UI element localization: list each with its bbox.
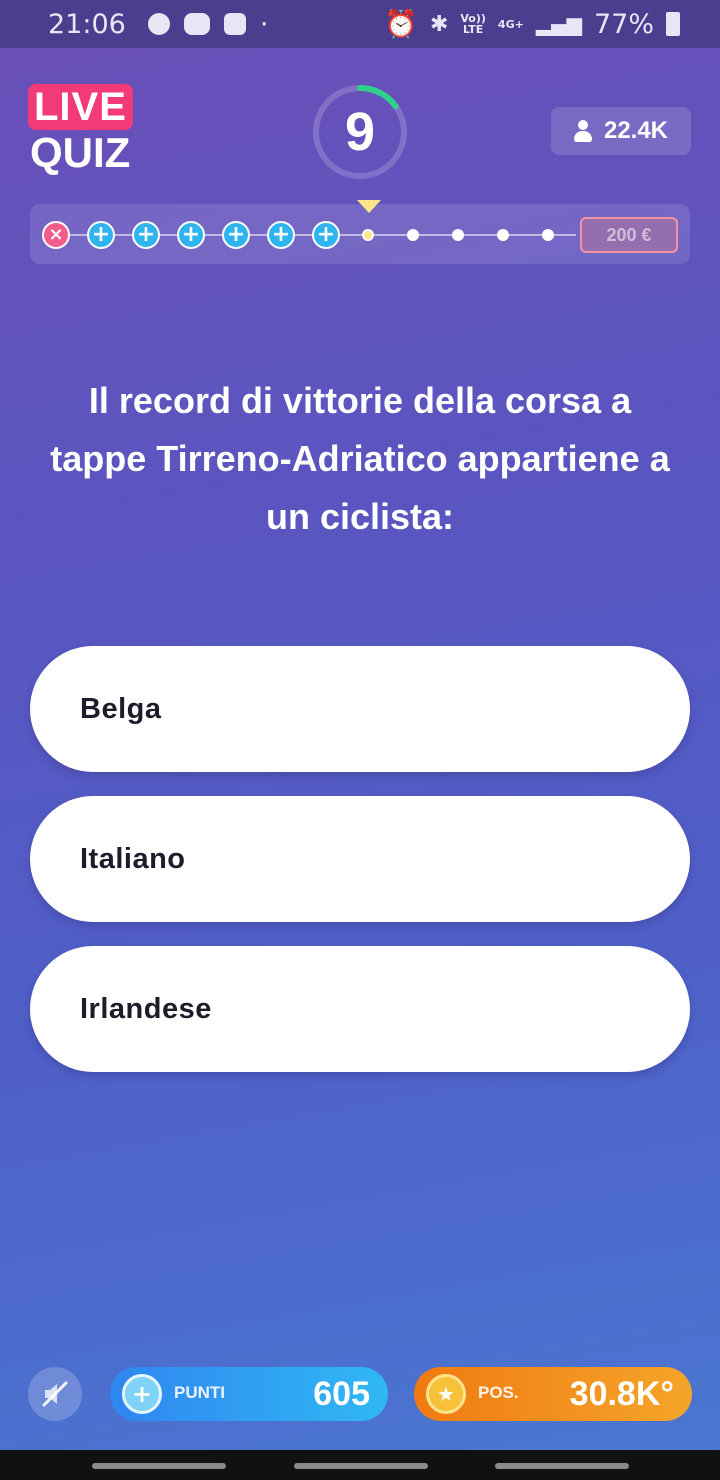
answer-option-2[interactable]: Italiano [30, 796, 690, 922]
plus-icon: + [267, 221, 295, 249]
logo-live: LIVE [28, 84, 133, 130]
discord-icon [183, 13, 210, 35]
plus-icon: + [312, 221, 340, 249]
game-controller-icon [147, 13, 170, 35]
position-value: 30.8K° [569, 1375, 674, 1413]
answer-option-3[interactable]: Irlandese [30, 946, 690, 1072]
question-text: Il record di vittorie della corsa a tapp… [50, 380, 670, 537]
plus-diamond-icon: + [122, 1374, 162, 1414]
close-icon: × [42, 221, 70, 249]
nav-back-button[interactable] [495, 1463, 629, 1469]
mute-icon [42, 1381, 68, 1407]
nav-recent-button[interactable] [92, 1463, 226, 1469]
plus-icon: + [222, 221, 250, 249]
live-quiz-logo: LIVE QUIZ [28, 84, 148, 174]
points-pill: + PUNTI 605 [110, 1367, 388, 1421]
current-question-dot [362, 229, 374, 241]
bluetooth-icon: ✱ [429, 11, 449, 37]
viewer-count-badge: 22.4K [551, 107, 691, 155]
plus-icon: + [132, 221, 160, 249]
person-icon [573, 120, 592, 142]
upcoming-question-dot [497, 229, 509, 241]
viewer-count: 22.4K [603, 117, 669, 144]
points-label: PUNTI [174, 1383, 225, 1402]
battery-percent: 77% [593, 8, 654, 40]
system-navigation-bar [0, 1450, 720, 1480]
question-progress-track: × + + + + + + 200 € [30, 200, 690, 264]
upcoming-question-dot [542, 229, 554, 241]
checkbox-icon [223, 13, 246, 35]
upcoming-question-dot [407, 229, 419, 241]
mute-button[interactable] [28, 1367, 82, 1421]
battery-icon [666, 12, 680, 36]
volte-indicator: Vo)) LTE [460, 13, 486, 35]
prize-badge: 200 € [580, 217, 678, 253]
alarm-icon: ⏰ [384, 9, 418, 40]
position-label: POS. [478, 1383, 519, 1402]
status-time: 21:06 [48, 8, 126, 40]
current-question-pointer-icon [357, 200, 381, 213]
star-medal-icon: ★ [426, 1374, 466, 1414]
position-pill: ★ POS. 30.8K° [414, 1367, 692, 1421]
plus-icon: + [177, 221, 205, 249]
timer-value: 9 [344, 102, 376, 162]
points-value: 605 [313, 1375, 370, 1413]
answer-option-1[interactable]: Belga [30, 646, 690, 772]
nav-home-button[interactable] [294, 1463, 428, 1469]
status-bar: 21:06 · ⏰ ✱ Vo)) LTE 4G+ ▂▄▆ 77% [0, 0, 720, 48]
notification-dot-icon: · [259, 8, 269, 40]
upcoming-question-dot [452, 229, 464, 241]
signal-icon: ▂▄▆ [535, 12, 582, 36]
volte-line-2: LTE [463, 23, 484, 36]
network-type: 4G+ [497, 17, 524, 31]
countdown-timer: 9 [308, 80, 412, 184]
logo-quiz: QUIZ [30, 129, 131, 176]
plus-icon: + [87, 221, 115, 249]
